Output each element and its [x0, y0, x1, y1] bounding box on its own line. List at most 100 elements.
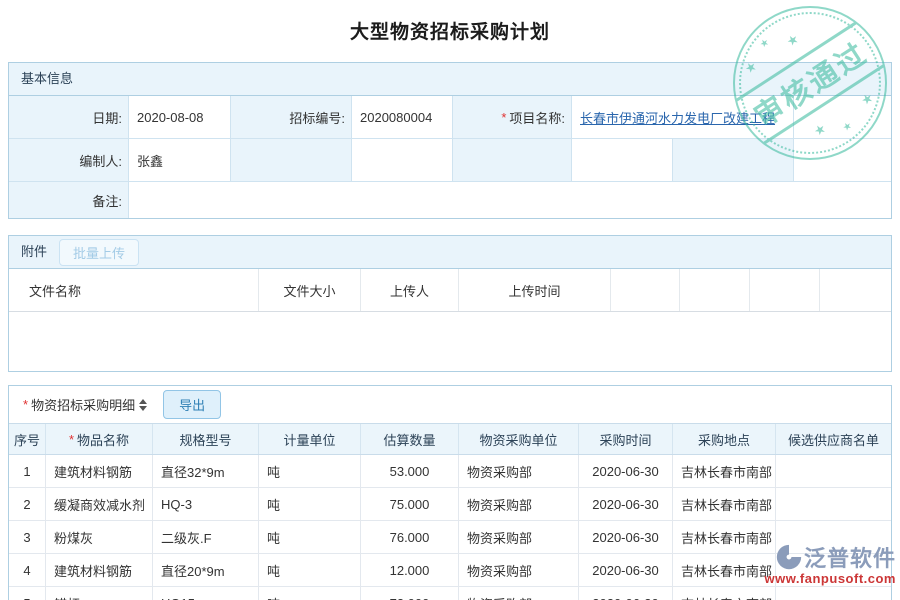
cell-purchase-dept: 物资采购部 [459, 587, 579, 600]
empty-cell [352, 139, 453, 181]
details-table-header: 序号 * 物品名称 规格型号 计量单位 估算数量 物资采购单位 采购时间 采购地… [9, 423, 891, 455]
basic-info-row-2: 编制人: 张鑫 [9, 139, 891, 182]
attachments-header: 附件 批量上传 [9, 236, 891, 269]
required-icon: * [69, 432, 74, 447]
export-button[interactable]: 导出 [163, 390, 221, 419]
attachments-empty-body [9, 312, 891, 371]
attachments-panel: 附件 批量上传 文件名称 文件大小 上传人 上传时间 [8, 235, 892, 372]
required-icon: * [23, 397, 28, 412]
cell-est-qty: 73.000 [361, 587, 459, 600]
project-name-label: * 项目名称: [453, 96, 572, 138]
cell-seq: 2 [9, 488, 46, 520]
col-purchase-dept: 物资采购单位 [459, 424, 579, 454]
cell-unit: 吨 [259, 587, 361, 600]
bid-no-label: 招标编号: [231, 96, 352, 138]
col-seq: 序号 [9, 424, 46, 454]
cell-seq: 3 [9, 521, 46, 553]
date-value: 2020-08-08 [129, 96, 231, 138]
cell-purchase-place: 吉林长春市南部 [673, 554, 776, 586]
table-row: 1 建筑材料钢筋 直径32*9m 吨 53.000 物资采购部 2020-06-… [9, 455, 891, 488]
cell-unit: 吨 [259, 455, 361, 487]
cell-est-qty: 76.000 [361, 521, 459, 553]
empty-col [750, 269, 820, 311]
cell-purchase-place: 吉林长春市南部 [673, 521, 776, 553]
batch-upload-button[interactable]: 批量上传 [59, 239, 139, 266]
cell-purchase-time: 2020-06-30 [579, 455, 673, 487]
attachments-table-header: 文件名称 文件大小 上传人 上传时间 [9, 269, 891, 312]
col-item-name: * 物品名称 [46, 424, 153, 454]
cell-purchase-time: 2020-06-30 [579, 587, 673, 600]
col-est-qty: 估算数量 [361, 424, 459, 454]
empty-col [820, 269, 891, 311]
cell-candidate-suppliers [776, 587, 891, 600]
empty-col [611, 269, 680, 311]
bid-no-value: 2020080004 [352, 96, 453, 138]
cell-item-name: 建筑材料钢筋 [46, 455, 153, 487]
cell-purchase-dept: 物资采购部 [459, 488, 579, 520]
details-panel: * 物资招标采购明细 导出 序号 * 物品名称 规格型号 计量单位 估算数量 物… [8, 385, 892, 600]
remark-value [129, 182, 891, 218]
required-icon: * [501, 110, 506, 125]
cell-purchase-dept: 物资采购部 [459, 554, 579, 586]
cell-spec: 直径32*9m [153, 455, 259, 487]
cell-unit: 吨 [259, 488, 361, 520]
date-label: 日期: [9, 96, 129, 138]
col-unit: 计量单位 [259, 424, 361, 454]
project-name-link[interactable]: 长春市伊通河水力发电厂改建工程 [580, 108, 775, 127]
fanpu-logo-icon [776, 544, 802, 570]
preparer-label: 编制人: [9, 139, 129, 181]
cell-spec: 直径20*9m [153, 554, 259, 586]
basic-info-panel: 基本信息 日期: 2020-08-08 招标编号: 2020080004 * 项… [8, 62, 892, 219]
empty-cell [673, 139, 794, 181]
empty-cell [794, 96, 891, 138]
cell-item-name: 锚杆 [46, 587, 153, 600]
cell-purchase-place: 吉林长春市南部 [673, 455, 776, 487]
cell-est-qty: 75.000 [361, 488, 459, 520]
cell-spec: HQ15 [153, 587, 259, 600]
empty-cell [572, 139, 673, 181]
cell-candidate-suppliers [776, 455, 891, 487]
sort-icon[interactable] [139, 399, 147, 411]
brand-url: www.fanpusoft.com [764, 571, 896, 586]
cell-item-name: 缓凝商效减水剂 [46, 488, 153, 520]
cell-purchase-dept: 物资采购部 [459, 521, 579, 553]
cell-spec: HQ-3 [153, 488, 259, 520]
cell-seq: 1 [9, 455, 46, 487]
col-purchase-time: 采购时间 [579, 424, 673, 454]
cell-est-qty: 53.000 [361, 455, 459, 487]
details-title-row: * 物资招标采购明细 导出 [9, 386, 891, 423]
cell-item-name: 粉煤灰 [46, 521, 153, 553]
preparer-value: 张鑫 [129, 139, 231, 181]
col-spec: 规格型号 [153, 424, 259, 454]
cell-seq: 5 [9, 587, 46, 600]
cell-seq: 4 [9, 554, 46, 586]
col-uploader: 上传人 [361, 269, 459, 311]
col-file-size: 文件大小 [259, 269, 361, 311]
col-file-name: 文件名称 [9, 269, 259, 311]
table-row: 4 建筑材料钢筋 直径20*9m 吨 12.000 物资采购部 2020-06-… [9, 554, 891, 587]
cell-purchase-place: 吉林长春市南部 [673, 488, 776, 520]
cell-unit: 吨 [259, 554, 361, 586]
table-row: 5 锚杆 HQ15 吨 73.000 物资采购部 2020-06-30 吉林长春… [9, 587, 891, 600]
table-row: 2 缓凝商效减水剂 HQ-3 吨 75.000 物资采购部 2020-06-30… [9, 488, 891, 521]
brand-name: 泛普软件 [804, 541, 896, 573]
empty-cell [453, 139, 572, 181]
basic-info-header: 基本信息 [9, 63, 891, 96]
table-row: 3 粉煤灰 二级灰.F 吨 76.000 物资采购部 2020-06-30 吉林… [9, 521, 891, 554]
vendor-watermark: 泛普软件 www.fanpusoft.com [764, 541, 896, 586]
details-title: 物资招标采购明细 [31, 395, 135, 414]
col-upload-time: 上传时间 [459, 269, 611, 311]
page-title: 大型物资招标采购计划 [0, 17, 900, 44]
remark-label: 备注: [9, 182, 129, 218]
basic-info-title: 基本信息 [21, 63, 73, 95]
cell-purchase-time: 2020-06-30 [579, 554, 673, 586]
col-candidate-suppliers: 候选供应商名单 [776, 424, 891, 454]
project-name-cell: 长春市伊通河水力发电厂改建工程 [572, 96, 794, 138]
empty-col [680, 269, 750, 311]
cell-candidate-suppliers [776, 488, 891, 520]
attachments-title: 附件 [21, 236, 47, 268]
cell-purchase-time: 2020-06-30 [579, 521, 673, 553]
cell-purchase-dept: 物资采购部 [459, 455, 579, 487]
basic-info-row-3: 备注: [9, 182, 891, 218]
cell-item-name: 建筑材料钢筋 [46, 554, 153, 586]
